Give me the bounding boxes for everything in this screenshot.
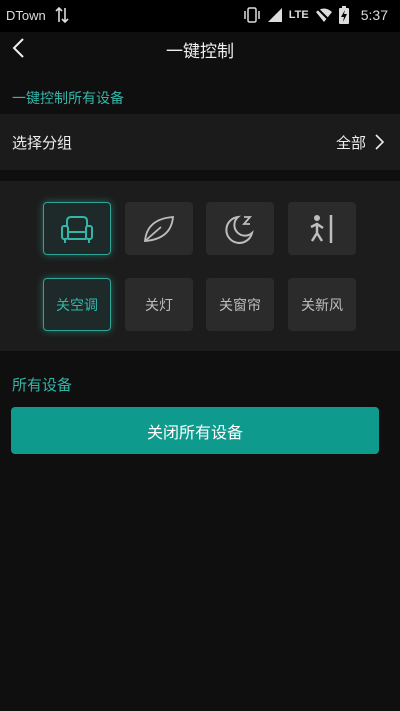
mode-button-curtain[interactable]: 关窗帘 bbox=[206, 278, 274, 331]
vibrate-icon bbox=[244, 7, 260, 23]
wifi-off-icon bbox=[315, 7, 332, 23]
chevron-right-icon bbox=[375, 134, 384, 150]
mode-tile-curtain[interactable] bbox=[206, 202, 274, 255]
section-title-all-devices: 所有设备 bbox=[12, 376, 73, 394]
signal-icon bbox=[267, 8, 282, 22]
mode-button-ac[interactable]: 关空调 bbox=[43, 278, 111, 331]
battery-charging-icon bbox=[338, 6, 349, 24]
mode-button-fresh-air[interactable]: 关新风 bbox=[288, 278, 356, 331]
title-bar: 一键控制 bbox=[0, 32, 400, 62]
carrier-name: DTown bbox=[6, 8, 46, 23]
mode-tile-fresh-air[interactable] bbox=[288, 202, 356, 255]
moon-sleep-icon bbox=[225, 215, 254, 244]
mode-tile-light[interactable] bbox=[125, 202, 193, 255]
group-selector-value: 全部 bbox=[335, 133, 366, 152]
section-title-one-key: 一键控制所有设备 bbox=[12, 91, 124, 107]
network-type: LTE bbox=[288, 9, 309, 21]
person-door-icon bbox=[310, 214, 333, 243]
status-bar: DTown LTE 5:37 bbox=[0, 0, 400, 32]
page-title: 一键控制 bbox=[166, 42, 234, 62]
network-transfer-icon bbox=[55, 7, 69, 23]
clock: 5:37 bbox=[360, 7, 388, 23]
group-selector[interactable]: 选择分组 全部 bbox=[0, 114, 400, 170]
mode-button-light[interactable]: 关灯 bbox=[125, 278, 193, 331]
armchair-icon bbox=[61, 215, 93, 243]
mode-tile-ac[interactable] bbox=[43, 202, 111, 255]
leaf-icon bbox=[144, 215, 174, 242]
mode-panel: 关空调 关灯 关窗帘 关新风 bbox=[0, 181, 400, 351]
turn-off-all-devices-button[interactable]: 关闭所有设备 bbox=[11, 407, 379, 454]
group-selector-label: 选择分组 bbox=[12, 133, 73, 152]
